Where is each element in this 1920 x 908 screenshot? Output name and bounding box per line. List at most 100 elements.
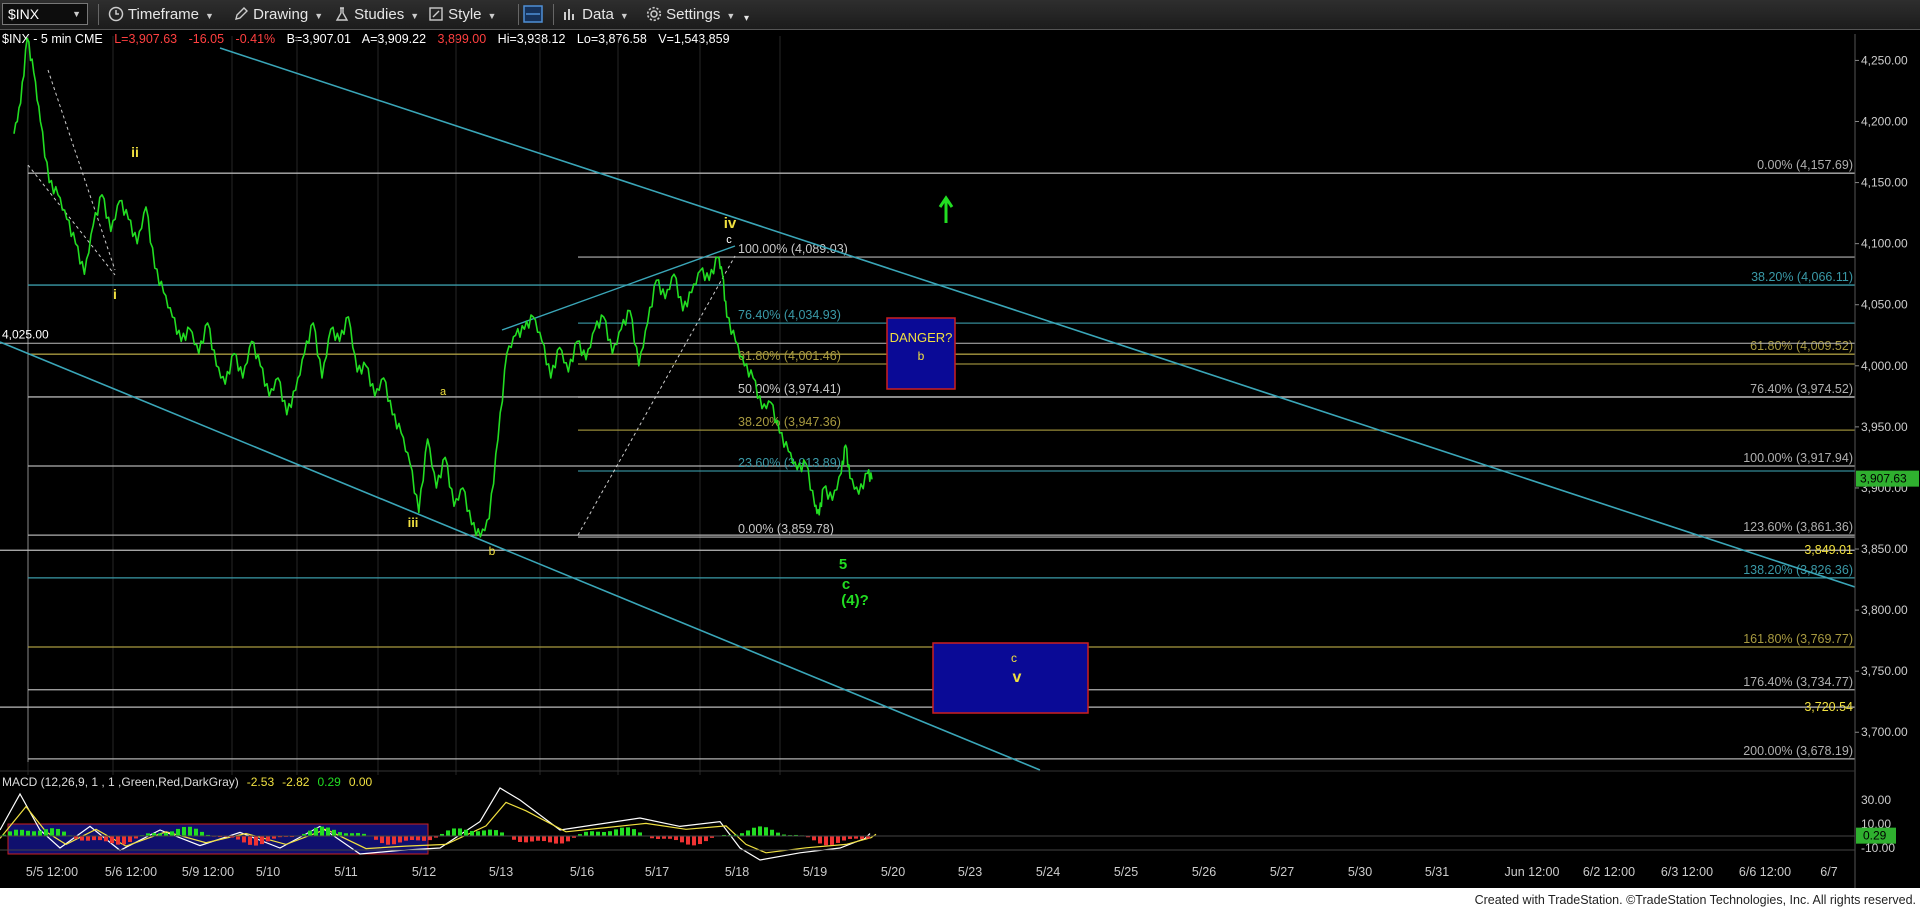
header-ask: A=3,909.22 (362, 32, 426, 46)
wave-label: i (113, 286, 117, 302)
macd-hist-bar (746, 830, 750, 836)
macd-hist-bar (320, 826, 324, 836)
macd-hist-bar (182, 826, 186, 836)
macd-value: -2.53 (247, 775, 275, 789)
macd-hist-bar (56, 828, 60, 836)
layout-icon (523, 5, 543, 23)
price-tick-label: 3,850.00 (1861, 542, 1908, 556)
date-tick-label: 5/26 (1192, 865, 1216, 879)
wave-label: c (726, 234, 732, 246)
macd-hist-bar (260, 836, 264, 845)
macd-hist-bar (770, 829, 774, 836)
date-tick-label: 6/3 12:00 (1661, 865, 1713, 879)
date-tick-label: 5/13 (489, 865, 513, 879)
header-low: Lo=3,876.58 (577, 32, 647, 46)
macd-hist-bar (548, 836, 552, 843)
macd-hist-bar (410, 836, 414, 840)
fib-levels: 0.00% (4,157.69) 38.20% (4,066.11) 61.80% … (0, 158, 1855, 760)
fib-level-label: 123.60% (3,861.36) (1743, 520, 1853, 534)
macd-hist-bar (518, 836, 522, 843)
target-boxes: DANGER? b cv (886, 317, 1089, 714)
macd-hist-bar (590, 831, 594, 836)
macd-hist-bar (686, 836, 690, 845)
macd-hist-bar (14, 829, 18, 836)
macd-hist-bar (608, 831, 612, 836)
wave-label: a (440, 386, 447, 398)
macd-hist-bar (122, 836, 126, 845)
wave-label: iii (408, 515, 419, 530)
macd-hist-bar (446, 830, 450, 836)
retrace-level-label: 23.60% (3,913.89) (738, 456, 841, 470)
wave-label: (4)? (841, 592, 869, 609)
macd-hist-bar (638, 832, 642, 836)
macd-hist-bar (584, 831, 588, 836)
data-menu[interactable]: Data ▼ (562, 4, 629, 25)
date-tick-label: 5/6 12:00 (105, 865, 157, 879)
macd-hist-bar (542, 836, 546, 842)
macd-hist-bar (812, 836, 816, 841)
macd-label: MACD (12,26,9, 1 , 1 ,Green,Red,DarkGray… (2, 775, 239, 789)
retrace-level-label: 50.00% (3,974.41) (738, 382, 841, 396)
symbol-input[interactable]: $INX ▼ (2, 3, 88, 25)
drawing-menu[interactable]: Drawing ▼ (233, 4, 323, 25)
macd-hist-bar (674, 836, 678, 841)
chevron-down-icon: ▼ (72, 9, 81, 19)
date-tick-label: 5/23 (958, 865, 982, 879)
current-price-label: 3,907.63 (1860, 472, 1907, 486)
macd-header: MACD (12,26,9, 1 , 1 ,Green,Red,DarkGray… (2, 775, 373, 789)
header-open: 3,899.00 (438, 32, 487, 46)
macd-hist-bar (752, 827, 756, 836)
fib-level-label: 76.40% (3,974.52) (1750, 382, 1853, 396)
macd-hist-bar (422, 836, 426, 841)
date-tick-label: 6/6 12:00 (1739, 865, 1791, 879)
price-chart[interactable]: $INX - 5 min CME L=3,907.63 -16.05 -0.41… (0, 30, 1920, 908)
fib-level-label: 200.00% (3,678.19) (1743, 744, 1853, 758)
macd-hist-bar (566, 836, 570, 842)
macd-hist-bar (602, 832, 606, 836)
grid (27, 36, 781, 775)
macd-hist-bar (458, 828, 462, 836)
date-tick-label: 5/19 (803, 865, 827, 879)
target-box-label: c (1011, 651, 1017, 665)
macd-panel: MACD (12,26,9, 1 , 1 ,Green,Red,DarkGray… (0, 770, 1896, 861)
date-tick-label: 5/17 (645, 865, 669, 879)
date-tick-label: 5/24 (1036, 865, 1060, 879)
macd-hist-bar (842, 836, 846, 841)
price-tick-label: 3,800.00 (1861, 603, 1908, 617)
price-tick-label: 4,150.00 (1861, 176, 1908, 190)
macd-hist-bar (26, 830, 30, 836)
macd-hist-bar (266, 836, 270, 842)
studies-menu[interactable]: Studies ▼ (334, 4, 419, 25)
macd-hist-bar (620, 827, 624, 836)
macd-hist-bar (8, 831, 12, 836)
price-tick-label: 3,750.00 (1861, 664, 1908, 678)
timeframe-menu[interactable]: Timeframe ▼ (108, 4, 214, 25)
style-menu[interactable]: Style ▼ (428, 4, 496, 25)
date-tick-label: 5/12 (412, 865, 436, 879)
macd-hist-bar (254, 836, 258, 846)
price-axis: 4,250.00 4,200.00 4,150.00 4,100.00 4,050.00… (1854, 34, 1919, 895)
lower-channel-line (0, 341, 1041, 771)
macd-hist-bar (452, 828, 456, 836)
macd-hist-bar (86, 836, 90, 841)
date-tick-label: 5/10 (256, 865, 280, 879)
retrace-level-label: 0.00% (3,859.78) (738, 522, 834, 536)
date-tick-label: 5/11 (334, 865, 357, 879)
header-last: L=3,907.63 (114, 32, 177, 46)
macd-hist-bar (44, 829, 48, 836)
layout-button[interactable] (522, 4, 544, 25)
macd-hist-bar (680, 836, 684, 843)
toolbar-overflow-icon[interactable]: ▾ (744, 8, 749, 29)
macd-hist-bar (632, 829, 636, 836)
macd-hist-bar (62, 831, 66, 836)
settings-menu[interactable]: Settings ▼ (646, 4, 735, 25)
retrace-level-label: 61.80% (4,001.46) (738, 349, 841, 363)
macd-hist-bar (380, 836, 384, 844)
macd-hist-bar (482, 830, 486, 836)
macd-hist-bar (176, 828, 180, 836)
macd-zero-value: 0.00 (349, 775, 373, 789)
macd-hist-bar (758, 826, 762, 836)
macd-hist-bar (104, 836, 108, 842)
macd-hist-bar (818, 836, 822, 844)
date-tick-label: 6/7 (1820, 865, 1837, 879)
